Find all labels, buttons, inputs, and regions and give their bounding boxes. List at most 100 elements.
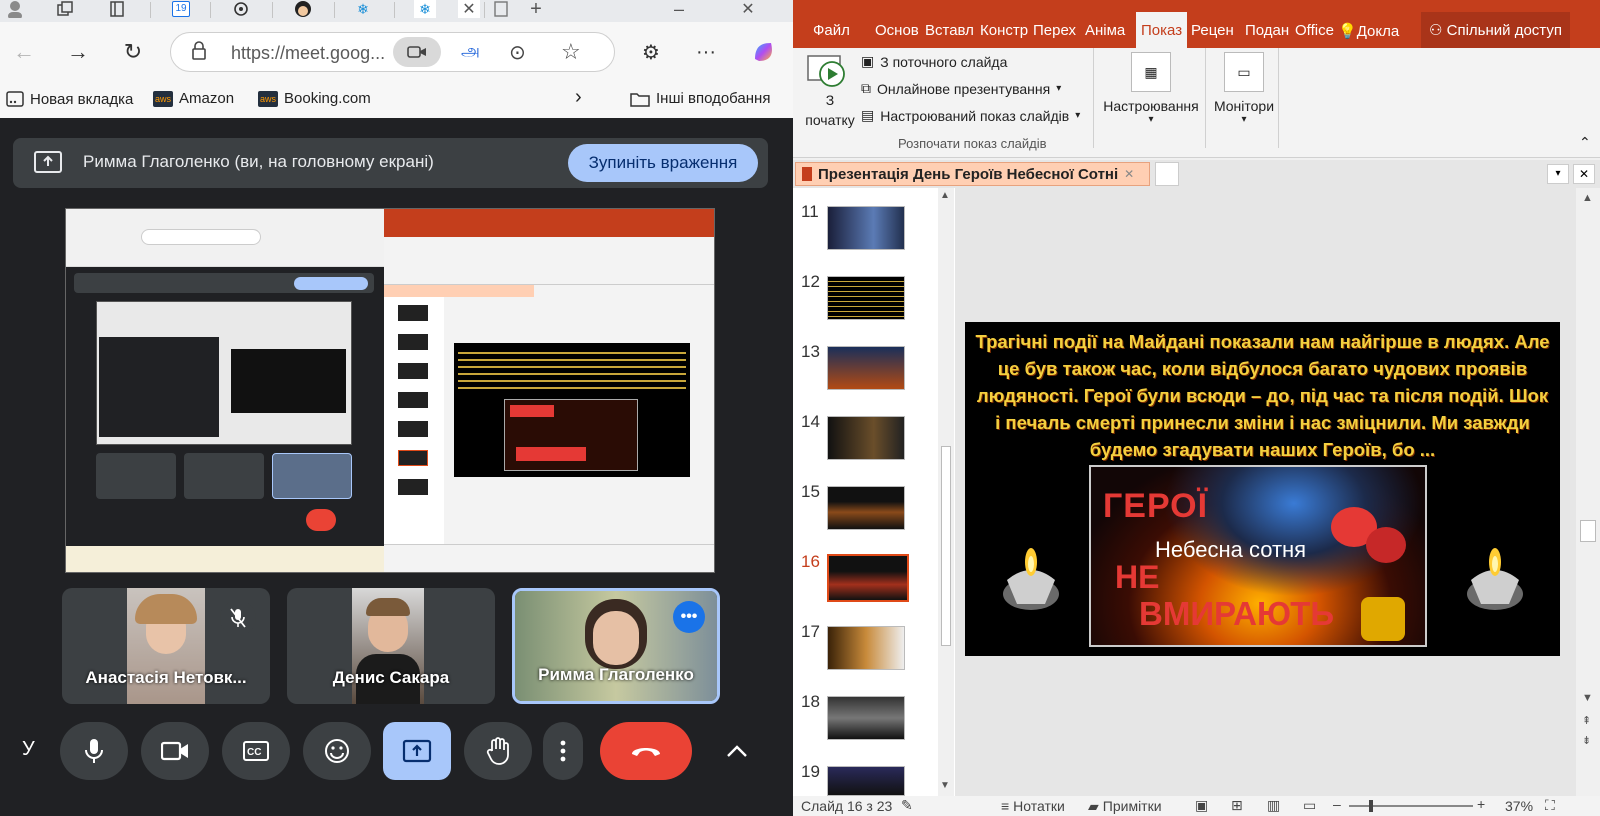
tab-actions-icon[interactable] bbox=[106, 0, 128, 18]
bookmark-other-folder[interactable]: Інші вподобання bbox=[630, 90, 770, 107]
scroll-up-icon[interactable]: ▲ bbox=[1582, 192, 1593, 204]
tab-animations[interactable]: Аніма bbox=[1085, 22, 1125, 39]
new-document-tab[interactable] bbox=[1155, 162, 1179, 186]
zoom-slider-thumb[interactable] bbox=[1369, 800, 1373, 812]
stop-sharing-button[interactable]: Зупиніть враження bbox=[568, 144, 758, 182]
participant-tile-active[interactable]: ••• Римма Глаголенко bbox=[512, 588, 720, 704]
close-document-icon[interactable]: ✕ bbox=[1124, 167, 1134, 181]
zoom-level[interactable]: 37% bbox=[1505, 798, 1533, 814]
tab-slideshow[interactable]: Показ bbox=[1136, 12, 1188, 48]
tab-insert[interactable]: Вставл bbox=[925, 22, 974, 39]
setup-slideshow-button[interactable]: ▦ Настроювання ▾ bbox=[1101, 52, 1201, 125]
normal-view-icon[interactable]: ▣ bbox=[1195, 797, 1208, 814]
notes-button[interactable]: ≡ Нотатки bbox=[1001, 798, 1065, 814]
dropdown-caret-icon[interactable]: ▾ bbox=[1547, 164, 1569, 184]
scrollbar-thumb[interactable] bbox=[1580, 520, 1596, 542]
tab-review[interactable]: Рецен bbox=[1191, 22, 1234, 39]
camera-button[interactable] bbox=[141, 722, 209, 780]
collapse-ribbon-icon[interactable]: ⌃ bbox=[1579, 134, 1591, 151]
slide-thumbnail[interactable] bbox=[827, 416, 905, 460]
tab-file[interactable]: Файл bbox=[813, 22, 850, 39]
copilot-icon[interactable] bbox=[748, 36, 780, 68]
bookmark-amazon[interactable]: aws Amazon bbox=[153, 90, 234, 107]
monitors-button[interactable]: ▭ Монітори ▾ bbox=[1211, 52, 1277, 125]
more-options-icon[interactable]: ••• bbox=[673, 601, 705, 633]
avatar-tab-icon[interactable] bbox=[292, 0, 314, 18]
slide-thumbnail[interactable] bbox=[827, 206, 905, 250]
back-icon[interactable]: ← bbox=[8, 36, 40, 68]
minimize-icon[interactable]: – bbox=[668, 0, 690, 19]
end-call-button[interactable] bbox=[600, 722, 692, 780]
openai-tab-icon[interactable] bbox=[230, 0, 252, 18]
spellcheck-icon[interactable]: ✎ bbox=[901, 797, 913, 814]
microphone-button[interactable] bbox=[60, 722, 128, 780]
chevron-up-icon[interactable] bbox=[722, 736, 752, 766]
new-tab-icon[interactable]: + bbox=[525, 0, 547, 20]
forward-icon[interactable]: → bbox=[62, 36, 94, 68]
translate-icon[interactable]: அ bbox=[461, 41, 480, 63]
more-options-circle-icon[interactable]: ⊙ bbox=[509, 40, 526, 65]
slide-thumbnail[interactable] bbox=[827, 626, 905, 670]
reactions-button[interactable] bbox=[303, 722, 371, 780]
profile-icon[interactable] bbox=[4, 0, 26, 18]
previous-slide-icon[interactable]: ⇞ bbox=[1582, 714, 1591, 727]
extensions-icon[interactable]: ⚙ bbox=[635, 36, 667, 68]
share-button[interactable]: ⚇ Спільний доступ bbox=[1421, 12, 1570, 48]
close-window-icon[interactable]: ✕ bbox=[737, 0, 759, 18]
bookmark-booking[interactable]: aws Booking.com bbox=[258, 90, 371, 107]
captions-button[interactable]: CC bbox=[222, 722, 290, 780]
participant-tile[interactable]: Анастасія Нетовк... bbox=[62, 588, 270, 704]
chevron-right-icon[interactable]: › bbox=[575, 86, 582, 109]
camera-permission-icon[interactable] bbox=[393, 37, 441, 67]
reading-view-icon[interactable]: ▥ bbox=[1267, 797, 1280, 814]
slide-thumbnail-selected[interactable] bbox=[827, 554, 909, 602]
fit-to-window-icon[interactable]: ⛶ bbox=[1545, 797, 1555, 814]
slide-thumbnail[interactable] bbox=[827, 696, 905, 740]
snowflake-active-tab-icon[interactable]: ❄ bbox=[414, 0, 436, 18]
slide-sorter-icon[interactable]: ⊞ bbox=[1231, 797, 1243, 814]
next-slide-icon[interactable]: ⇟ bbox=[1582, 734, 1591, 747]
raise-hand-button[interactable] bbox=[464, 722, 532, 780]
scroll-down-icon[interactable]: ▼ bbox=[940, 780, 950, 791]
slide-scrollbar[interactable]: ▲ ▼ ⇞ ⇟ bbox=[1576, 188, 1600, 796]
favorite-star-icon[interactable]: ☆ bbox=[561, 39, 581, 65]
zoom-slider[interactable] bbox=[1349, 800, 1473, 812]
from-current-slide-button[interactable]: ▣ З поточного слайда bbox=[861, 53, 1007, 70]
address-bar[interactable]: https://meet.goog... அ ⊙ ☆ bbox=[170, 32, 615, 72]
document-tab[interactable]: Презентація День Героїв Небесної Сотні ✕ bbox=[795, 162, 1150, 186]
comments-button[interactable]: ▰ Примітки bbox=[1088, 798, 1162, 815]
slide-thumbnail[interactable] bbox=[827, 346, 905, 390]
tab-home[interactable]: Основ bbox=[875, 22, 919, 39]
scrollbar-thumb[interactable] bbox=[941, 446, 951, 646]
thumbnails-scrollbar[interactable]: ▲ ▼ bbox=[938, 188, 954, 796]
custom-show-button[interactable]: ▤ Настроюваний показ слайдів ▾ bbox=[861, 107, 1080, 124]
tab-office[interactable]: Office bbox=[1295, 22, 1334, 39]
slideshow-view-icon[interactable]: ▭ bbox=[1303, 797, 1316, 814]
workspaces-icon[interactable] bbox=[54, 0, 76, 18]
close-icon[interactable]: ✕ bbox=[1573, 164, 1595, 184]
present-online-button[interactable]: ⧉ Онлайнове презентування ▾ bbox=[861, 80, 1061, 97]
slide-thumbnail[interactable] bbox=[827, 276, 905, 320]
slide-thumbnail[interactable] bbox=[827, 766, 905, 796]
zoom-out-icon[interactable]: – bbox=[1333, 796, 1341, 812]
snowflake-tab-icon[interactable]: ❄ bbox=[352, 0, 374, 18]
from-beginning-button[interactable]: З початку bbox=[805, 52, 855, 130]
reload-icon[interactable]: ↻ bbox=[117, 36, 149, 68]
settings-more-icon[interactable]: ··· bbox=[690, 36, 722, 68]
zoom-in-icon[interactable]: + bbox=[1477, 796, 1485, 812]
tab-transitions[interactable]: Перех bbox=[1033, 22, 1076, 39]
scroll-up-icon[interactable]: ▲ bbox=[940, 190, 950, 201]
present-button[interactable] bbox=[383, 722, 451, 780]
bookmark-new-tab[interactable]: Новая вкладка bbox=[6, 90, 133, 108]
more-actions-button[interactable] bbox=[543, 722, 583, 780]
calendar-tab-icon[interactable]: 19 bbox=[170, 0, 192, 18]
tell-me-tab[interactable]: 💡Докла bbox=[1338, 22, 1399, 40]
close-tab-icon[interactable]: ✕ bbox=[458, 0, 480, 18]
tab-design[interactable]: Констр bbox=[980, 22, 1028, 39]
participant-tile[interactable]: Денис Сакара bbox=[287, 588, 495, 704]
new-tab-page-icon[interactable] bbox=[490, 0, 512, 18]
slide-thumbnail[interactable] bbox=[827, 486, 905, 530]
current-slide[interactable]: Трагічні події на Майдані показали нам н… bbox=[965, 322, 1560, 656]
scroll-down-icon[interactable]: ▼ bbox=[1582, 692, 1593, 704]
tab-view[interactable]: Подан bbox=[1245, 22, 1289, 39]
